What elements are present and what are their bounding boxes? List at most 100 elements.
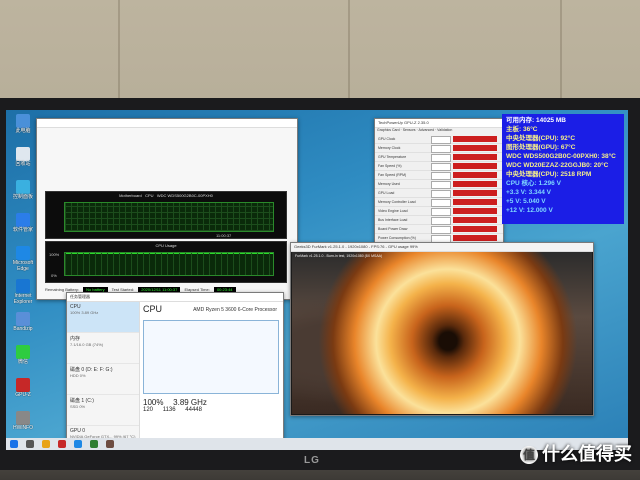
desktop-icon[interactable]: Microsoft Edge xyxy=(8,246,38,279)
task-manager-sidebar-item[interactable]: 磁盘 1 (C:) SSD 0% xyxy=(67,395,139,426)
sidebar-item-name: 磁盘 1 (C:) xyxy=(70,398,94,404)
app-icon[interactable] xyxy=(90,440,98,448)
gpuz-window[interactable]: TechPowerUp GPU-Z 2.35.0 Graphics Card ·… xyxy=(374,118,504,261)
sensor-value-box xyxy=(431,226,451,234)
sensor-graph-bar xyxy=(453,190,497,196)
gpuz-tab[interactable]: Advanced xyxy=(418,128,434,132)
cpu-speed-value: 3.89 GHz xyxy=(173,398,207,407)
osd-line: WDC WD20EZAZ-22GGJB0: 20°C xyxy=(506,162,609,169)
sensor-value-box xyxy=(431,136,451,144)
cpu-usage-graph: CPU Usage 100% 0% xyxy=(45,241,287,283)
gpuz-sensor-row: Board Power Draw xyxy=(375,225,503,234)
stress-test-window[interactable]: Motherboard CPU WDC WDS500G2B0C-00PXH0 1… xyxy=(36,118,298,300)
sensor-value-box xyxy=(431,199,451,207)
task-manager-sidebar-item[interactable]: 内存 7.1/16.0 GB (74%) xyxy=(67,333,139,364)
sensor-graph-bar xyxy=(453,163,497,169)
gpuz-sensor-row: Bus Interface Load xyxy=(375,216,503,225)
task-manager-sidebar-item[interactable]: 磁盘 0 (D: E: F: G:) HDD 0% xyxy=(67,364,139,395)
gpuz-sensor-row: Memory Used xyxy=(375,180,503,189)
desktop-icon[interactable]: 微信 xyxy=(8,345,38,378)
sensor-name: GPU Load xyxy=(378,191,395,195)
sidebar-item-detail: HDD 0% xyxy=(70,373,86,378)
gpuz-tab[interactable]: Sensors xyxy=(403,128,416,132)
sensor-value-box xyxy=(431,145,451,153)
sensor-osd-overlay: 可用内存: 14025 MB 主板: 36°C 中央处理器(CPU): 92°C 图形… xyxy=(502,114,624,224)
edge-icon[interactable] xyxy=(74,440,82,448)
gpuz-sensor-row: Memory Clock xyxy=(375,144,503,153)
handle-count: 44448 xyxy=(185,407,202,413)
app-icon[interactable] xyxy=(58,440,66,448)
desktop-icon[interactable]: Internet Explorer xyxy=(8,279,38,312)
gpuz-sensor-row: Video Engine Load xyxy=(375,207,503,216)
sensor-name: Board Power Draw xyxy=(378,227,408,231)
desktop-icon[interactable]: GPU-Z xyxy=(8,378,38,411)
sensor-name: GPU Clock xyxy=(378,137,396,141)
cpu-usage-graph-title: CPU Usage xyxy=(155,243,177,248)
sensor-value-box xyxy=(431,181,451,189)
thread-count: 1136 xyxy=(162,407,176,413)
desktop-icon[interactable]: Bandizip xyxy=(8,312,38,345)
task-manager-sidebar: CPU 100% 3.89 GHz 内存 7.1/16.0 GB (74%) 磁盘 0 … xyxy=(67,302,140,441)
sensor-name: Video Engine Load xyxy=(378,209,408,213)
sensor-name: Memory Controller Load xyxy=(378,200,416,204)
app-icon xyxy=(16,345,30,359)
desktop-icon-column: 此电脑回收站控制面板 软件管家 Microsoft Edge Internet Exp… xyxy=(8,114,38,444)
desktop-icon-label: HWiNFO xyxy=(13,425,33,431)
app-icon xyxy=(16,180,30,194)
osd-line: 主板: 36°C xyxy=(506,126,538,133)
gpuz-titlebar: TechPowerUp GPU-Z 2.35.0 xyxy=(375,119,503,128)
wall-seam xyxy=(560,0,562,100)
sensor-value-box xyxy=(431,190,451,198)
desktop-icon-label: Internet Explorer xyxy=(13,293,33,305)
gpuz-sensor-row: Fan Speed (%) xyxy=(375,162,503,171)
search-icon[interactable] xyxy=(26,440,34,448)
sensor-value-box xyxy=(431,154,451,162)
cpu-stats: 100% 3.89 GHz 120 1136 44448 xyxy=(143,398,215,413)
folder-icon[interactable] xyxy=(42,440,50,448)
task-manager-sidebar-item[interactable]: CPU 100% 3.89 GHz xyxy=(67,302,139,333)
desktop-icon[interactable]: 软件管家 xyxy=(8,213,38,246)
graph-time-label: 11:00:37 xyxy=(216,233,232,238)
sensor-graph-bar xyxy=(453,226,497,232)
gpuz-tabs: Graphics Card · Sensors · Advanced · Val… xyxy=(377,128,453,132)
sensor-graph-bar xyxy=(453,181,497,187)
gpuz-tab[interactable]: Validation xyxy=(437,128,452,132)
app-icon[interactable] xyxy=(106,440,114,448)
gpuz-sensor-row: GPU Clock xyxy=(375,135,503,144)
sensor-name: Fan Speed (%) xyxy=(378,164,402,168)
sensor-graph-bar xyxy=(453,172,497,178)
cpu-processor-name: AMD Ryzen 5 3600 6-Core Processor xyxy=(193,307,277,313)
gpuz-tab[interactable]: Graphics Card xyxy=(377,128,400,132)
gpuz-sensor-row: Memory Controller Load xyxy=(375,198,503,207)
furmark-window[interactable]: Geeks3D FurMark v1.25.1.0 - 1920x1080 - … xyxy=(290,242,594,416)
task-manager-window[interactable]: 任务管理器 CPU 100% 3.89 GHz 内存 7.1/16.0 GB (74%… xyxy=(66,292,284,442)
legend-item: Motherboard xyxy=(119,193,142,198)
sensor-value-box xyxy=(431,208,451,216)
gpuz-sensor-row: GPU Temperature xyxy=(375,153,503,162)
legend-item: CPU xyxy=(145,193,154,198)
sidebar-item-detail: 7.1/16.0 GB (74%) xyxy=(70,342,104,347)
app-icon xyxy=(16,312,30,326)
desktop-icon-label: 回收站 xyxy=(15,161,31,167)
monitor-brand-logo: LG xyxy=(304,455,320,466)
furmark-info-text: FurMark v1.25.1.0 - Burn-in test, 1920x1… xyxy=(295,254,383,258)
osd-line: +3.3 V: 3.344 V xyxy=(506,189,551,196)
desktop-icon[interactable]: 此电脑 xyxy=(8,114,38,147)
osd-line: 中央处理器(CPU): 92°C xyxy=(506,135,576,142)
osd-line: WDC WDS500G2B0C-00PXH0: 38°C xyxy=(506,153,616,160)
desktop-icon[interactable]: 控制面板 xyxy=(8,180,38,213)
sidebar-item-name: 磁盘 0 (D: E: F: G:) xyxy=(70,367,113,373)
sensor-graph-bar xyxy=(453,136,497,142)
start-icon[interactable] xyxy=(10,440,18,448)
sidebar-item-detail: SSD 0% xyxy=(70,404,86,409)
wall-seam xyxy=(348,0,350,100)
sensor-name: GPU Temperature xyxy=(378,155,407,159)
desktop-icon-label: GPU-Z xyxy=(15,392,31,398)
sensor-value-box xyxy=(431,217,451,225)
task-manager-titlebar: 任务管理器 xyxy=(67,293,283,302)
temperature-graph-plot xyxy=(64,202,274,232)
osd-line: 可用内存: 14025 MB xyxy=(506,117,566,124)
app-icon xyxy=(16,213,30,227)
app-icon xyxy=(16,411,30,425)
desktop-icon[interactable]: 回收站 xyxy=(8,147,38,180)
